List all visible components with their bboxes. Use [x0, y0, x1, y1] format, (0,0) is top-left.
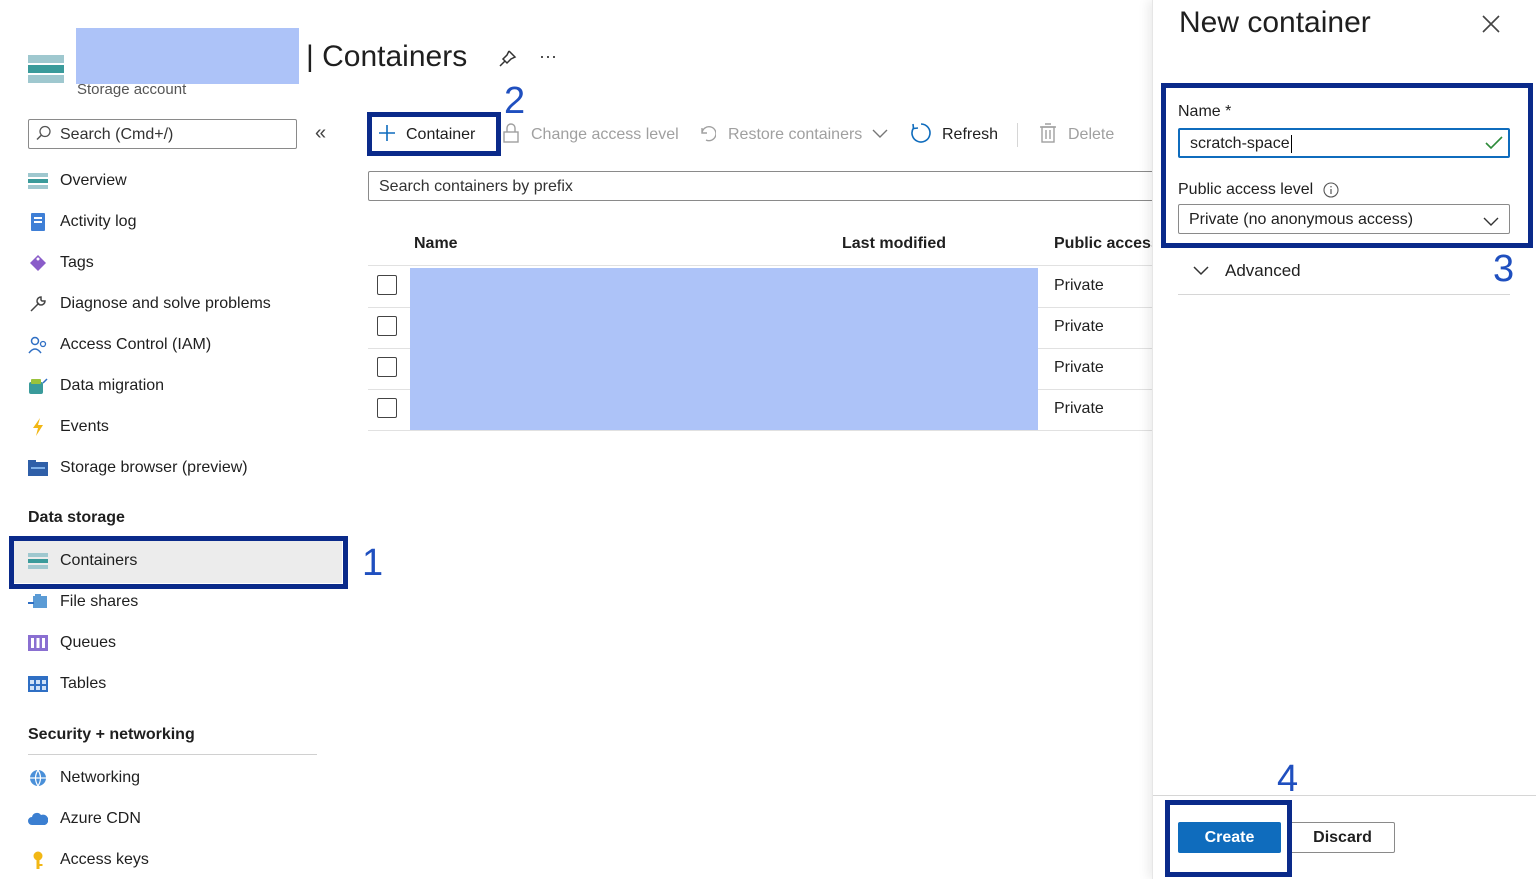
- sidebar-item-diagnose[interactable]: Diagnose and solve problems: [28, 286, 271, 322]
- row-checkbox[interactable]: [377, 316, 397, 336]
- sidebar-item-tables[interactable]: Tables: [28, 666, 106, 702]
- step-number-3: 3: [1493, 248, 1515, 290]
- panel-footer-divider: [1153, 795, 1536, 796]
- sidebar-item-storage-browser[interactable]: Storage browser (preview): [28, 450, 248, 486]
- row-checkbox[interactable]: [377, 398, 397, 418]
- redacted-account-name: [76, 28, 299, 84]
- delete-label: Delete: [1068, 126, 1115, 143]
- sidebar-item-label: Queues: [60, 634, 117, 651]
- panel-title: New container: [1179, 6, 1371, 39]
- chevron-down-icon: [872, 126, 888, 144]
- page-subtitle: Storage account: [77, 81, 187, 98]
- tag-icon: [28, 254, 48, 272]
- sidebar-item-tags[interactable]: Tags: [28, 245, 94, 281]
- refresh-label: Refresh: [942, 126, 999, 143]
- change-access-level-button[interactable]: Change access level: [503, 120, 679, 150]
- sidebar-item-label: File shares: [60, 593, 139, 610]
- highlight-box-add-container: [367, 112, 501, 156]
- row-checkbox[interactable]: [377, 357, 397, 377]
- row-public-access: Private: [1054, 359, 1104, 376]
- sidebar-item-label: Storage browser (preview): [60, 459, 248, 476]
- lightning-icon: [28, 418, 48, 436]
- sidebar-search-placeholder: Search (Cmd+/): [60, 126, 174, 143]
- toolbar-divider: [1017, 123, 1018, 147]
- column-header-public-access[interactable]: Public access: [1054, 235, 1160, 253]
- globe-icon: [28, 769, 48, 787]
- sidebar-item-networking[interactable]: Networking: [28, 760, 140, 796]
- pin-icon[interactable]: [496, 48, 518, 70]
- column-header-last-modified[interactable]: Last modified: [842, 235, 946, 253]
- more-options-icon[interactable]: ···: [539, 46, 557, 67]
- file-shares-icon: [28, 593, 48, 611]
- highlight-box-containers: [9, 536, 348, 589]
- advanced-label: Advanced: [1225, 261, 1301, 280]
- chevron-down-icon: [1193, 266, 1209, 276]
- section-security-networking: Security + networking: [28, 726, 195, 743]
- storage-account-icon: [28, 55, 64, 85]
- folder-icon: [28, 459, 48, 477]
- sidebar-item-label: Access keys: [60, 851, 149, 868]
- sidebar-item-iam[interactable]: Access Control (IAM): [28, 327, 211, 363]
- sidebar-item-label: Data migration: [60, 377, 165, 394]
- advanced-divider: [1178, 294, 1510, 295]
- step-number-1: 1: [362, 542, 384, 584]
- sidebar-item-label: Tags: [60, 254, 94, 271]
- discard-button[interactable]: Discard: [1290, 822, 1395, 853]
- overview-icon: [28, 172, 48, 190]
- highlight-box-create: [1165, 800, 1292, 877]
- sidebar-item-label: Azure CDN: [60, 810, 141, 827]
- restore-containers-button[interactable]: Restore containers: [698, 120, 888, 150]
- sidebar-item-access-keys[interactable]: Access keys: [28, 842, 149, 878]
- sidebar-item-label: Access Control (IAM): [60, 336, 212, 353]
- step-number-2: 2: [504, 80, 526, 122]
- people-icon: [28, 336, 48, 354]
- refresh-icon: [910, 122, 932, 149]
- column-header-name[interactable]: Name: [414, 235, 458, 253]
- sidebar-item-data-migration[interactable]: Data migration: [28, 368, 164, 404]
- container-prefix-search-input[interactable]: Search containers by prefix: [368, 171, 1168, 201]
- lock-icon: [503, 122, 519, 148]
- sidebar-item-file-shares[interactable]: File shares: [28, 584, 138, 620]
- restore-containers-label: Restore containers: [728, 126, 863, 143]
- row-public-access: Private: [1054, 277, 1104, 294]
- migration-icon: [28, 377, 48, 395]
- sidebar-item-queues[interactable]: Queues: [28, 625, 116, 661]
- sidebar-item-overview[interactable]: Overview: [28, 163, 127, 199]
- page-title: | Containers: [306, 40, 468, 73]
- sidebar-item-events[interactable]: Events: [28, 409, 109, 445]
- activity-log-icon: [28, 213, 48, 231]
- sidebar-item-label: Networking: [60, 769, 141, 786]
- cloud-icon: [28, 810, 48, 828]
- prefix-search-placeholder: Search containers by prefix: [379, 178, 573, 195]
- sidebar-item-label: Diagnose and solve problems: [60, 295, 271, 312]
- row-checkbox[interactable]: [377, 275, 397, 295]
- section-data-storage: Data storage: [28, 509, 125, 526]
- sidebar-search-input[interactable]: Search (Cmd+/): [28, 119, 297, 149]
- tables-icon: [28, 675, 48, 693]
- section-divider: [28, 754, 317, 755]
- refresh-button[interactable]: Refresh: [910, 120, 998, 150]
- advanced-expander[interactable]: Advanced: [1193, 260, 1301, 282]
- queues-icon: [28, 634, 48, 652]
- step-number-4: 4: [1277, 758, 1299, 800]
- row-public-access: Private: [1054, 400, 1104, 417]
- trash-icon: [1040, 122, 1056, 148]
- sidebar-item-label: Tables: [60, 675, 107, 692]
- wrench-icon: [28, 295, 48, 313]
- highlight-box-form: [1161, 83, 1533, 248]
- sidebar-item-azure-cdn[interactable]: Azure CDN: [28, 801, 141, 837]
- search-icon: [36, 125, 52, 146]
- key-icon: [28, 851, 48, 869]
- sidebar-item-activity-log[interactable]: Activity log: [28, 204, 136, 240]
- change-access-level-label: Change access level: [531, 126, 679, 143]
- row-public-access: Private: [1054, 318, 1104, 335]
- sidebar-item-label: Events: [60, 418, 109, 435]
- delete-button[interactable]: Delete: [1040, 120, 1114, 150]
- sidebar-item-label: Activity log: [60, 213, 137, 230]
- redacted-container-names: [410, 268, 1038, 430]
- undo-icon: [698, 124, 717, 147]
- collapse-sidebar-icon[interactable]: «: [315, 122, 326, 145]
- close-icon[interactable]: [1481, 14, 1501, 34]
- sidebar-item-label: Overview: [60, 172, 127, 189]
